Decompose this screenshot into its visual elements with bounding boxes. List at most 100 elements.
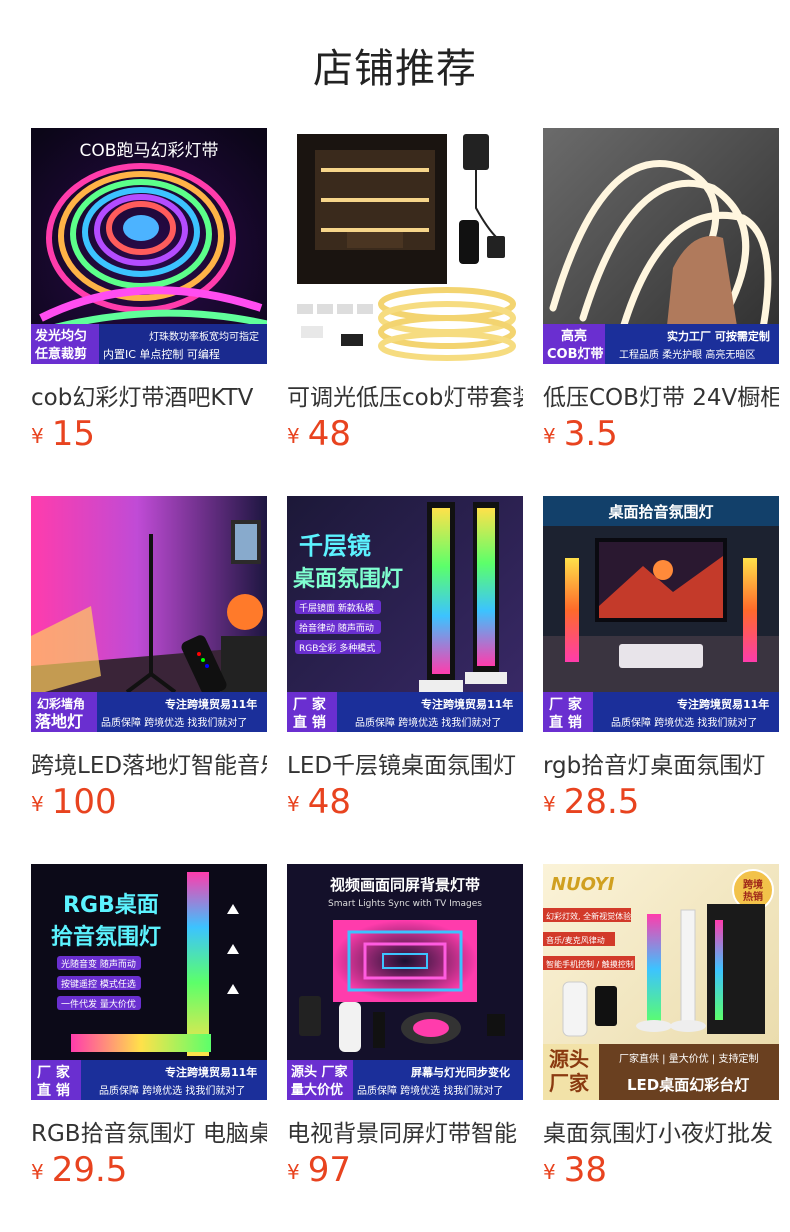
product-price: ¥100 (31, 782, 117, 822)
product-grid: COB跑马幻彩灯带 发光均匀 任意裁剪 灯珠数功率板宽均可指定 内置IC 单点控… (31, 128, 779, 1200)
product-card[interactable]: 高亮 COB灯带 实力工厂 可按需定制 工程品质 柔光护眼 高亮无暗区 低压CO… (543, 128, 779, 458)
product-price: ¥3.5 (543, 414, 618, 454)
price-value: 48 (307, 414, 351, 454)
image-bottom: 品质保障 跨境优选 找我们就对了 (355, 716, 501, 729)
image-feature: 音乐/麦克风律动 (546, 935, 605, 945)
product-name[interactable]: cob幻彩灯带酒吧KTV (31, 378, 267, 412)
currency-symbol: ¥ (287, 1160, 300, 1184)
price-value: 28.5 (563, 782, 640, 822)
product-image[interactable]: 千层镜 桌面氛围灯 千层镜面 新款私模 拾音律动 随声而动 RGB全彩 多种模式… (287, 496, 523, 732)
price-value: 38 (563, 1150, 607, 1190)
currency-symbol: ¥ (287, 792, 300, 816)
image-badge: 源头 厂家 (291, 1064, 349, 1080)
image-feature: 拾音律动 随声而动 (299, 622, 374, 634)
image-bottom: 品质保障 跨境优选 找我们就对了 (357, 1084, 503, 1097)
brand-logo: NUOYI (551, 874, 615, 895)
product-card[interactable]: 幻彩墙角 落地灯 专注跨境贸易11年 品质保障 跨境优选 找我们就对了 跨境LE… (31, 496, 267, 826)
product-name[interactable]: LED千层镜桌面氛围灯 (287, 746, 523, 780)
product-price: ¥48 (287, 414, 351, 454)
price-value: 48 (307, 782, 351, 822)
image-badge: 高亮 (561, 328, 587, 344)
currency-symbol: ¥ (543, 424, 556, 448)
image-feature: 光随音变 随声而动 (61, 958, 136, 970)
image-bottom: LED桌面幻彩台灯 (627, 1076, 749, 1094)
price-value: 29.5 (51, 1150, 128, 1190)
product-price: ¥38 (543, 1150, 607, 1190)
image-feature: 智能手机控制 / 触摸控制 (546, 959, 634, 969)
image-headline: COB跑马幻彩灯带 (80, 141, 219, 161)
price-value: 15 (51, 414, 95, 454)
product-card[interactable]: 千层镜 桌面氛围灯 千层镜面 新款私模 拾音律动 随声而动 RGB全彩 多种模式… (287, 496, 523, 826)
image-headline: 千层镜 (299, 532, 371, 560)
price-value: 3.5 (563, 414, 618, 454)
product-image[interactable]: COB跑马幻彩灯带 发光均匀 任意裁剪 灯珠数功率板宽均可指定 内置IC 单点控… (31, 128, 267, 364)
price-value: 100 (51, 782, 117, 822)
image-badge: 幻彩墙角 (37, 696, 85, 711)
image-badge: 厂家 (549, 1071, 590, 1095)
image-badge: 直 销 (293, 714, 326, 731)
image-feature: RGB全彩 多种模式 (299, 642, 375, 654)
product-price: ¥29.5 (31, 1150, 127, 1190)
product-image[interactable]: 桌面拾音氛围灯 厂 家 直 销 专注跨境贸易11年 品质保障 跨境优选 找我们就… (543, 496, 779, 732)
product-image[interactable]: RGB桌面 拾音氛围灯 光随音变 随声而动 按键遥控 模式任选 一件代发 量大价… (31, 864, 267, 1100)
product-price: ¥28.5 (543, 782, 639, 822)
product-card[interactable]: NUOYI 跨境 热销 幻彩灯效, 全新视觉体验 音乐/麦克风律动 智能手机控制… (543, 864, 779, 1194)
product-name[interactable]: 电视背景同屏灯带智能 (287, 1114, 523, 1148)
image-subline: Smart Lights Sync with TV Images (328, 899, 482, 909)
product-image[interactable]: 幻彩墙角 落地灯 专注跨境贸易11年 品质保障 跨境优选 找我们就对了 (31, 496, 267, 732)
product-card[interactable]: RGB桌面 拾音氛围灯 光随音变 随声而动 按键遥控 模式任选 一件代发 量大价… (31, 864, 267, 1194)
image-badge: 厂 家 (549, 696, 583, 713)
page-title: 店铺推荐 (313, 46, 477, 92)
image-tags: 屏幕与灯光同步变化 (411, 1065, 510, 1079)
image-feature: 千层镜面 新款私模 (299, 602, 374, 614)
product-name[interactable]: 桌面氛围灯小夜灯批发 (543, 1114, 779, 1148)
image-tags: 专注跨境贸易11年 (165, 697, 257, 711)
product-name[interactable]: 低压COB灯带 24V橱柜 (543, 378, 779, 412)
product-image[interactable]: 高亮 COB灯带 实力工厂 可按需定制 工程品质 柔光护眼 高亮无暗区 (543, 128, 779, 364)
currency-symbol: ¥ (31, 792, 44, 816)
image-tags: 厂家直供 | 量大价优 | 支持定制 (619, 1052, 758, 1065)
image-badge: 厂 家 (37, 1064, 71, 1081)
image-badge: 直 销 (37, 1082, 70, 1099)
image-bottom: 工程品质 柔光护眼 高亮无暗区 (619, 348, 755, 361)
product-card[interactable]: COB跑马幻彩灯带 发光均匀 任意裁剪 灯珠数功率板宽均可指定 内置IC 单点控… (31, 128, 267, 458)
product-card[interactable]: 桌面拾音氛围灯 厂 家 直 销 专注跨境贸易11年 品质保障 跨境优选 找我们就… (543, 496, 779, 826)
image-badge: COB灯带 (547, 346, 604, 362)
image-stamp: 热销 (743, 890, 763, 903)
image-badge: 发光均匀 (34, 328, 87, 344)
image-tags: 专注跨境贸易11年 (165, 1065, 257, 1079)
product-image[interactable] (287, 128, 523, 364)
image-tags: 实力工厂 可按需定制 (667, 329, 770, 343)
product-name[interactable]: 跨境LED落地灯智能音乐 (31, 746, 267, 780)
image-badge: 量大价优 (291, 1082, 343, 1098)
image-badge: 直 销 (549, 714, 582, 731)
product-name[interactable]: rgb拾音灯桌面氛围灯 (543, 746, 779, 780)
product-name[interactable]: 可调光低压cob灯带套装 (287, 378, 523, 412)
image-badge: 落地灯 (35, 712, 83, 731)
product-price: ¥97 (287, 1150, 351, 1190)
image-badge: 厂 家 (293, 696, 327, 713)
image-badge: 源头 (549, 1047, 589, 1071)
image-headline: RGB桌面 (63, 893, 159, 918)
currency-symbol: ¥ (543, 792, 556, 816)
product-card[interactable]: 可调光低压cob灯带套装 ¥48 (287, 128, 523, 458)
image-tags: 专注跨境贸易11年 (421, 697, 513, 711)
product-name[interactable]: RGB拾音氛围灯 电脑桌面 (31, 1114, 267, 1148)
image-stamp: 跨境 (743, 878, 763, 891)
product-image[interactable]: NUOYI 跨境 热销 幻彩灯效, 全新视觉体验 音乐/麦克风律动 智能手机控制… (543, 864, 779, 1100)
image-headline: 拾音氛围灯 (51, 924, 161, 950)
image-tags: 专注跨境贸易11年 (677, 697, 769, 711)
currency-symbol: ¥ (287, 424, 300, 448)
product-card[interactable]: 视频画面同屏背景灯带 Smart Lights Sync with TV Ima… (287, 864, 523, 1194)
product-price: ¥48 (287, 782, 351, 822)
currency-symbol: ¥ (31, 424, 44, 448)
image-bottom: 品质保障 跨境优选 找我们就对了 (99, 1084, 245, 1097)
product-image[interactable]: 视频画面同屏背景灯带 Smart Lights Sync with TV Ima… (287, 864, 523, 1100)
image-headline: 视频画面同屏背景灯带 (330, 876, 480, 894)
image-bottom: 内置IC 单点控制 可编程 (103, 347, 220, 361)
image-bottom: 品质保障 跨境优选 找我们就对了 (611, 716, 757, 729)
image-feature: 按键遥控 模式任选 (61, 978, 136, 990)
currency-symbol: ¥ (31, 1160, 44, 1184)
image-badge: 任意裁剪 (34, 346, 87, 362)
image-feature: 一件代发 量大价优 (61, 998, 136, 1010)
